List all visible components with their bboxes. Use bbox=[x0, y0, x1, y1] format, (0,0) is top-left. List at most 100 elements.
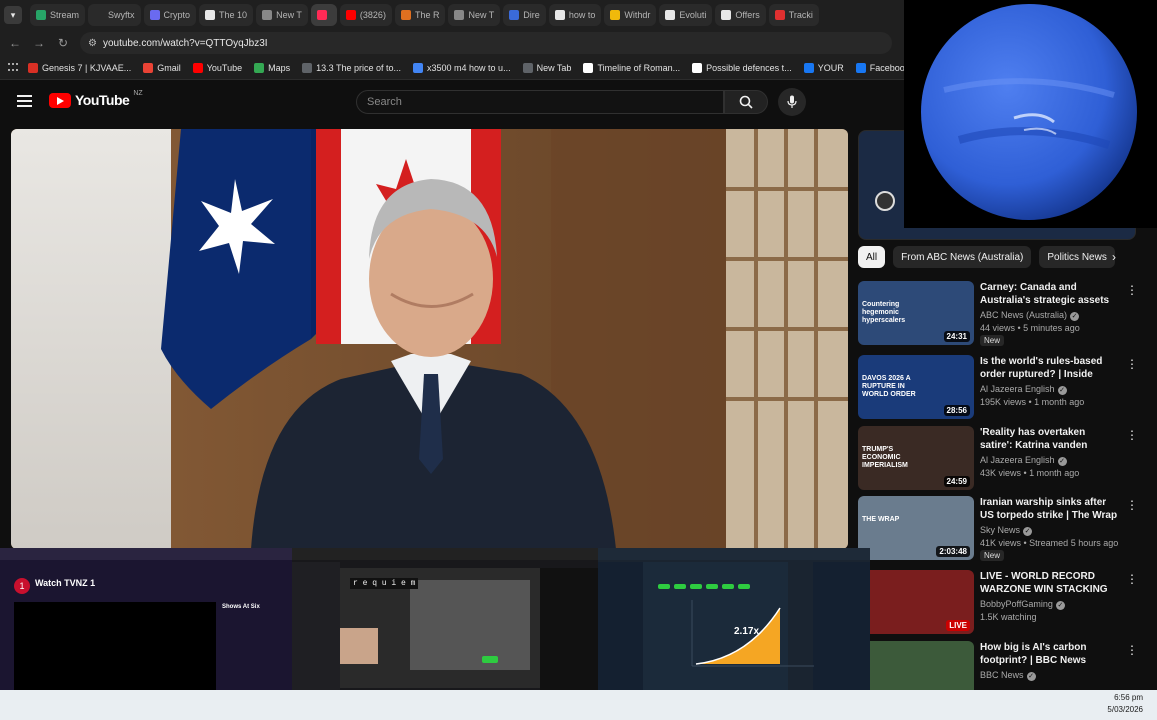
browser-tab[interactable]: Tracki bbox=[768, 4, 819, 26]
bookmark-item[interactable]: Maps bbox=[254, 62, 291, 73]
bookmark-item[interactable]: YOUR bbox=[803, 62, 844, 73]
chip-all[interactable]: All bbox=[858, 246, 886, 268]
browser-tab[interactable]: The R bbox=[394, 4, 446, 26]
recommendation-item[interactable]: LIVE LIVE - WORLD RECORD WARZONE WIN STAC… bbox=[858, 570, 1148, 636]
tab-list: Stream Swyftx Crypto The 10 New T (3826) The R… bbox=[30, 4, 819, 26]
bookmark-item[interactable]: Gmail bbox=[143, 62, 181, 73]
bookmark-item[interactable]: New Tab bbox=[522, 62, 571, 73]
bookmark-item[interactable]: Possible defences t... bbox=[692, 62, 792, 73]
bookmark-favicon-icon bbox=[192, 62, 203, 73]
browser-tab[interactable]: Stream bbox=[30, 4, 86, 26]
video-meta: 44 views • 5 minutes ago bbox=[980, 323, 1080, 333]
forward-icon[interactable]: → bbox=[32, 36, 46, 50]
video-thumbnail[interactable]: THE WRAP 2:03:48 bbox=[858, 496, 974, 560]
duration-badge: 2:03:48 bbox=[936, 546, 970, 557]
browser-tab[interactable]: New T bbox=[448, 4, 501, 26]
video-title[interactable]: LIVE - WORLD RECORD WARZONE WIN STACKING bbox=[980, 570, 1120, 596]
tab-favicon-icon bbox=[149, 10, 160, 20]
voice-search-button[interactable] bbox=[778, 88, 806, 116]
stream-video[interactable]: r e q u i e m bbox=[340, 568, 540, 688]
recommendation-item[interactable]: DAVOS 2026 A RUPTURE IN WORLD ORDER 28:56… bbox=[858, 355, 1148, 421]
tvnz-side-heading: Shows At Six bbox=[222, 604, 260, 610]
chip-politics-news[interactable]: Politics News bbox=[1039, 246, 1115, 268]
chip-from-abc-news[interactable]: From ABC News (Australia) bbox=[893, 246, 1032, 268]
browser-tab[interactable]: New T bbox=[256, 4, 308, 26]
video-title[interactable]: Carney: Canada and Australia's strategic… bbox=[980, 281, 1120, 307]
more-options-icon[interactable]: ⋮ bbox=[1126, 428, 1138, 442]
browser-tab[interactable]: Withdr bbox=[604, 4, 657, 26]
thumbnail-text: Countering hegemonic hyperscalers bbox=[862, 301, 906, 324]
back-icon[interactable]: ← bbox=[8, 36, 22, 50]
tab-label: The 10 bbox=[219, 10, 248, 20]
video-thumbnail[interactable]: Countering hegemonic hyperscalers 24:31 bbox=[858, 281, 974, 345]
tab-favicon-icon bbox=[205, 10, 216, 20]
channel-name[interactable]: Al Jazeera English ✓ bbox=[980, 384, 1067, 395]
bookmarks-bar: Genesis 7 | KJVAAE... Gmail YouTube Maps 13.… bbox=[0, 56, 935, 80]
recommendation-item[interactable]: Countering hegemonic hyperscalers 24:31 Ca… bbox=[858, 281, 1148, 347]
bookmark-item[interactable]: Genesis 7 | KJVAAE... bbox=[28, 62, 131, 73]
more-options-icon[interactable]: ⋮ bbox=[1126, 572, 1138, 586]
search-button[interactable] bbox=[724, 90, 768, 114]
browser-tab[interactable]: (3826) bbox=[339, 4, 392, 26]
bookmark-item[interactable]: 13.3 The price of to... bbox=[302, 62, 401, 73]
tab-label: Crypto bbox=[163, 10, 191, 20]
microphone-icon bbox=[787, 95, 797, 108]
chevron-right-icon[interactable]: › bbox=[1112, 250, 1116, 264]
url-text: youtube.com/watch?v=QTTOyqJbz3I bbox=[102, 37, 268, 49]
filter-chips: All From ABC News (Australia) Politics N… bbox=[858, 245, 1115, 269]
preview-control-icon[interactable] bbox=[875, 191, 895, 211]
system-clock[interactable]: 6:56 pm 5/03/2026 bbox=[1107, 692, 1143, 716]
browser-tab[interactable]: Dire bbox=[503, 4, 546, 26]
tab-label: Withdr bbox=[624, 10, 651, 20]
video-frame bbox=[11, 129, 848, 549]
tab-label: Stream bbox=[50, 10, 80, 20]
channel-name[interactable]: ABC News (Australia) ✓ bbox=[980, 310, 1080, 321]
video-title[interactable]: Iranian warship sinks after US torpedo s… bbox=[980, 496, 1120, 522]
duration-badge: 24:59 bbox=[943, 476, 970, 487]
video-player[interactable] bbox=[11, 129, 848, 549]
verified-icon: ✓ bbox=[1057, 386, 1067, 395]
channel-name[interactable]: BobbyPoffGaming ✓ bbox=[980, 599, 1065, 610]
video-title[interactable]: Is the world's rules-based order rupture… bbox=[980, 355, 1120, 381]
recommendation-item[interactable]: THE WRAP 2:03:48 Iranian warship sinks aft… bbox=[858, 496, 1148, 562]
site-info-icon[interactable]: ⚙ bbox=[88, 38, 97, 49]
video-title[interactable]: How big is AI's carbon footprint? | BBC … bbox=[980, 641, 1120, 667]
youtube-logo[interactable]: YouTube NZ bbox=[49, 90, 143, 108]
browser-tab[interactable]: The 10 bbox=[199, 4, 254, 26]
channel-name[interactable]: Al Jazeera English ✓ bbox=[980, 455, 1067, 466]
channel-name[interactable]: Sky News ✓ bbox=[980, 525, 1033, 536]
browser-tab[interactable]: Offers bbox=[715, 4, 766, 26]
video-title[interactable]: 'Reality has overtaken satire': Katrina … bbox=[980, 426, 1120, 452]
tab-favicon-icon bbox=[554, 10, 565, 20]
apps-icon[interactable] bbox=[8, 62, 18, 73]
video-thumbnail[interactable]: DAVOS 2026 A RUPTURE IN WORLD ORDER 28:56 bbox=[858, 355, 974, 419]
bookmark-item[interactable]: x3500 m4 how to u... bbox=[413, 62, 511, 73]
tab-label: how to bbox=[568, 10, 596, 20]
more-options-icon[interactable]: ⋮ bbox=[1126, 283, 1138, 297]
recommendation-item[interactable]: TRUMP'S ECONOMIC IMPERIALISM 24:59 'Realit… bbox=[858, 426, 1148, 492]
bookmark-item[interactable]: YouTube bbox=[192, 62, 242, 73]
browser-tab[interactable]: Crypto bbox=[143, 4, 197, 26]
tvnz-window[interactable]: 1 Watch TVNZ 1 Shows At Six bbox=[0, 548, 292, 712]
browser-tab[interactable]: Swyftx bbox=[88, 4, 141, 26]
browser-tab[interactable]: how to bbox=[548, 4, 602, 26]
more-options-icon[interactable]: ⋮ bbox=[1126, 643, 1138, 657]
browser-tab[interactable] bbox=[310, 4, 337, 26]
address-bar[interactable]: ⚙ youtube.com/watch?v=QTTOyqJbz3I bbox=[80, 32, 892, 54]
search-input[interactable]: Search bbox=[356, 90, 724, 114]
stream-chat-window[interactable]: r e q u i e m bbox=[292, 548, 598, 712]
neptune-overlay-window[interactable] bbox=[904, 0, 1157, 228]
bookmark-label: Maps bbox=[268, 62, 291, 73]
channel-name[interactable]: BBC News ✓ bbox=[980, 670, 1036, 681]
more-options-icon[interactable]: ⋮ bbox=[1126, 357, 1138, 371]
video-thumbnail[interactable]: LIVE bbox=[858, 570, 974, 634]
channel-name-text: BBC News bbox=[980, 670, 1024, 680]
reload-icon[interactable]: ↻ bbox=[56, 36, 70, 50]
bookmark-item[interactable]: Timeline of Roman... bbox=[583, 62, 680, 73]
menu-icon[interactable] bbox=[17, 95, 32, 107]
browser-tab[interactable]: Evoluti bbox=[659, 4, 713, 26]
video-thumbnail[interactable]: TRUMP'S ECONOMIC IMPERIALISM 24:59 bbox=[858, 426, 974, 490]
more-options-icon[interactable]: ⋮ bbox=[1126, 498, 1138, 512]
crash-game-window[interactable]: 2.17x bbox=[598, 548, 870, 712]
tab-search-icon[interactable]: ▾ bbox=[4, 6, 22, 24]
